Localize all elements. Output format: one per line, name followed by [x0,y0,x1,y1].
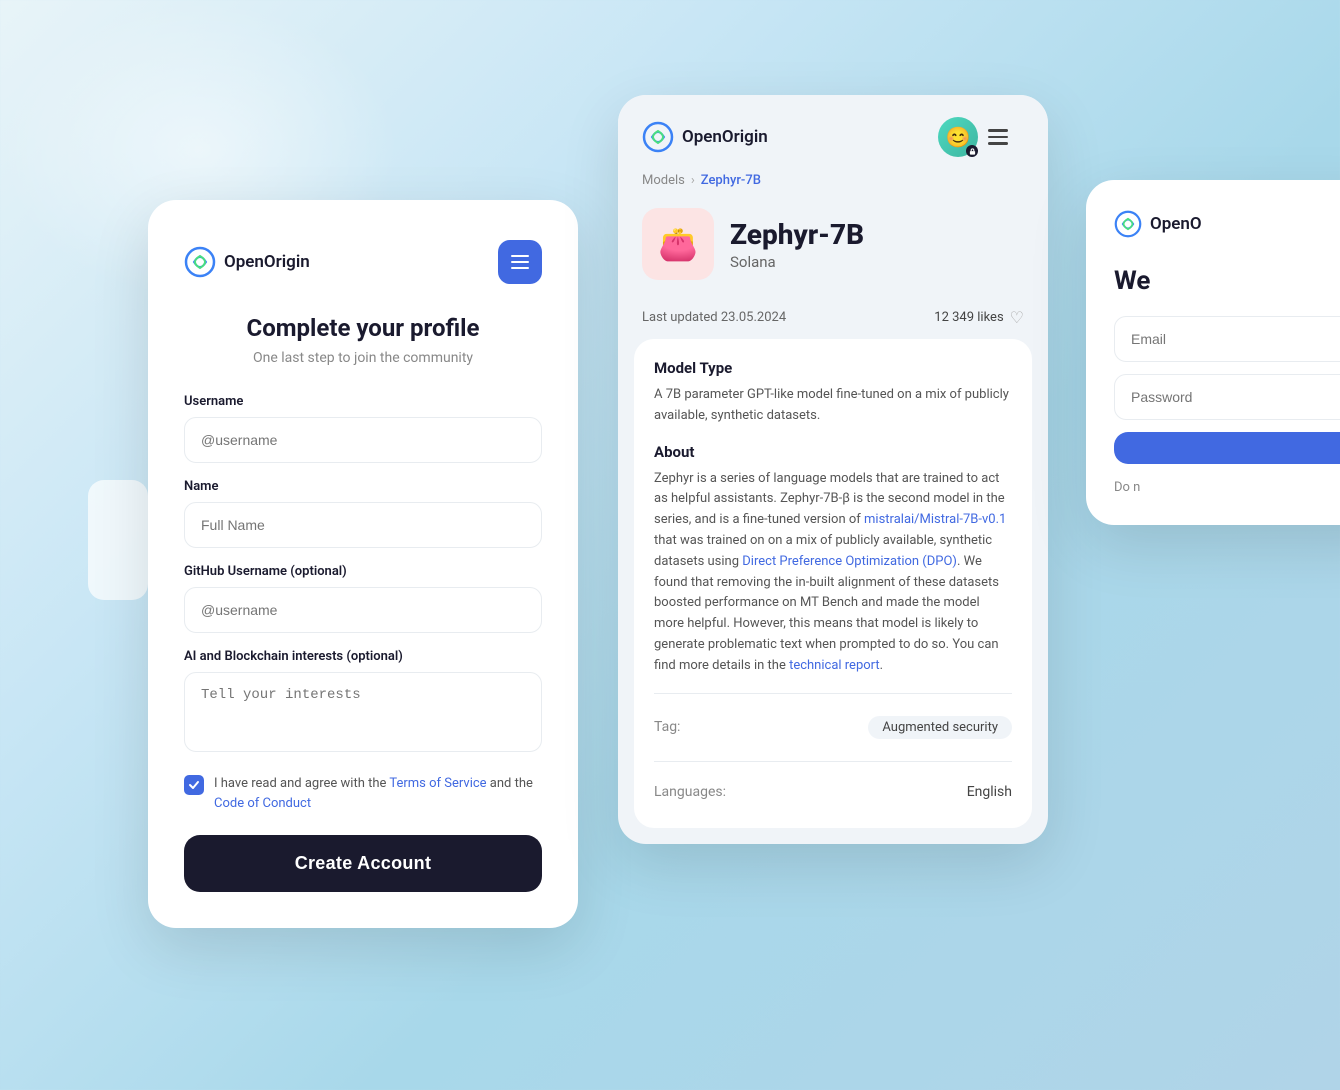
about-text: Zephyr is a series of language models th… [654,469,1012,677]
login-logo-text: OpenO [1150,214,1202,234]
name-input[interactable] [184,502,542,548]
card-subtitle: One last step to join the community [184,350,542,366]
breadcrumb-models[interactable]: Models [642,173,685,188]
model-name: Zephyr-7B [730,218,864,251]
lang-row: Languages: English [654,776,1012,808]
about-title: About [654,443,1012,461]
conduct-link[interactable]: Code of Conduct [214,796,311,811]
lang-label: Languages: [654,784,726,800]
github-input[interactable] [184,587,542,633]
card-header: OpenOrigin [184,240,542,284]
breadcrumb: Models › Zephyr-7B [618,173,1048,188]
menu-button[interactable] [498,240,542,284]
name-group: Name [184,479,542,548]
model-avatar: 👛 [642,208,714,280]
checkmark-icon [188,779,200,791]
terms-row: I have read and agree with the Terms of … [184,774,542,813]
model-menu-button[interactable] [988,119,1024,155]
do-not-text: Do n [1114,480,1140,495]
heart-icon[interactable]: ♡ [1010,308,1024,327]
interests-input[interactable] [184,672,542,752]
tag-value: Augmented security [868,716,1012,739]
divider-1 [654,693,1012,694]
logo: OpenOrigin [184,246,310,278]
scene: OpenOrigin Complete your profile One las… [0,0,1340,1090]
divider-2 [654,761,1012,762]
model-logo: OpenOrigin [642,121,768,153]
model-logo-icon [642,121,674,153]
lang-value: English [967,784,1012,800]
terms-text: I have read and agree with the Terms of … [214,774,542,813]
username-group: Username [184,394,542,463]
user-avatar[interactable]: 😊 [938,117,978,157]
create-account-button[interactable]: Create Account [184,835,542,892]
model-card-header: OpenOrigin 😊 [618,95,1048,173]
welcome-title: We [1114,266,1340,296]
avatar-badge [966,145,978,157]
model-logo-text: OpenOrigin [682,127,768,147]
header-actions: 😊 [938,117,1024,157]
username-label: Username [184,394,542,409]
login-card: OpenO We Do n [1086,180,1340,525]
model-body: Model Type A 7B parameter GPT-like model… [634,339,1032,828]
logo-text: OpenOrigin [224,252,310,272]
tag-row: Tag: Augmented security [654,708,1012,747]
login-logo-icon [1114,210,1142,238]
card-bottom-space [618,828,1048,844]
username-input[interactable] [184,417,542,463]
side-tab [88,480,148,600]
last-updated: Last updated 23.05.2024 [642,310,786,325]
report-link[interactable]: technical report [789,658,880,673]
email-input[interactable] [1114,316,1340,362]
dpo-link[interactable]: Direct Preference Optimization (DPO) [742,554,957,569]
interests-label: AI and Blockchain interests (optional) [184,649,542,664]
profile-card: OpenOrigin Complete your profile One las… [148,200,578,928]
model-card: OpenOrigin 😊 [618,95,1048,844]
tag-label: Tag: [654,719,680,735]
logo-icon [184,246,216,278]
model-meta: Last updated 23.05.2024 12 349 likes ♡ [618,296,1048,339]
hamburger-icon [511,255,529,269]
card-title: Complete your profile [184,314,542,342]
model-type-desc: A 7B parameter GPT-like model fine-tuned… [654,385,1012,427]
password-input[interactable] [1114,374,1340,420]
model-type-title: Model Type [654,359,1012,377]
terms-link[interactable]: Terms of Service [389,776,486,791]
login-card-header: OpenO [1114,210,1340,238]
model-info: 👛 Zephyr-7B Solana [618,208,1048,296]
lock-icon [969,148,976,155]
login-button[interactable] [1114,432,1340,464]
model-name-block: Zephyr-7B Solana [730,218,864,271]
likes-count: 12 349 likes [934,310,1003,325]
interests-group: AI and Blockchain interests (optional) [184,649,542,756]
name-label: Name [184,479,542,494]
model-chain: Solana [730,253,864,271]
breadcrumb-separator: › [691,173,695,188]
likes-block: 12 349 likes ♡ [934,308,1024,327]
github-label: GitHub Username (optional) [184,564,542,579]
breadcrumb-current[interactable]: Zephyr-7B [701,173,761,188]
github-group: GitHub Username (optional) [184,564,542,633]
mistral-link[interactable]: mistralai/Mistral-7B-v0.1 [864,512,1006,527]
terms-checkbox[interactable] [184,775,204,795]
